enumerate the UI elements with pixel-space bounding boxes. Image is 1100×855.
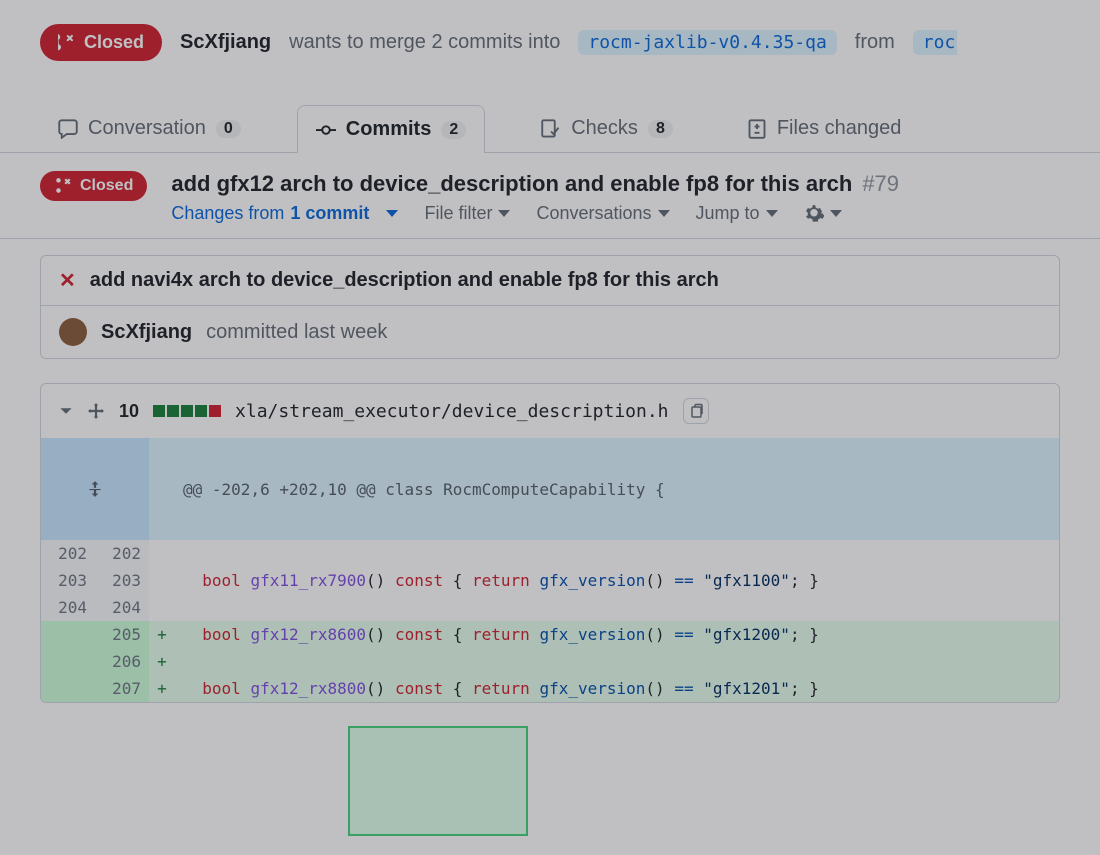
diff-hunk-header: @@ -202,6 +202,10 @@ class RocmComputeCa… [41,438,1059,540]
diff-code: bool gfx11_rx7900() const { return gfx_v… [175,567,1059,594]
unfold-icon[interactable] [86,480,104,498]
avatar[interactable] [59,318,87,346]
diff-marker: + [149,621,175,648]
drag-handle-icon[interactable] [87,402,105,420]
diff-line: 205+ bool gfx12_rx8600() const { return … [41,621,1059,648]
tab-checks-label: Checks [571,117,638,140]
checklist-icon [541,119,561,139]
chevron-down-icon [766,210,778,217]
line-number-new[interactable]: 204 [95,594,149,621]
line-number-new[interactable]: 205 [95,621,149,648]
diff-stat-blocks [153,405,221,417]
diff-marker [149,594,175,621]
chevron-down-icon [498,210,510,217]
line-number-old[interactable]: 202 [41,540,95,567]
commit-author[interactable]: ScXfjiang [101,321,192,344]
diff-table: @@ -202,6 +202,10 @@ class RocmComputeCa… [41,438,1059,702]
pr-title-text: add gfx12 arch to device_description and… [171,171,852,197]
status-badge-label: Closed [84,32,144,53]
status-badge-closed-small: Closed [40,171,147,201]
tab-conversation-label: Conversation [88,117,206,140]
git-commit-icon [316,120,336,140]
pr-tabs: Conversation 0 Commits 2 Checks 8 Files … [0,61,1100,153]
commit-card: ✕ add navi4x arch to device_description … [40,255,1060,359]
diff-settings-button[interactable] [804,204,842,224]
diff-code [175,594,1059,621]
diff-code: bool gfx12_rx8600() const { return gfx_v… [175,621,1059,648]
line-number-old[interactable] [41,621,95,648]
tab-conversation[interactable]: Conversation 0 [40,105,259,152]
git-pull-request-closed-icon [58,34,76,52]
status-fail-icon: ✕ [59,268,76,293]
pr-title: add gfx12 arch to device_description and… [171,171,1060,197]
line-number-old[interactable]: 203 [41,567,95,594]
pr-summary-line: Closed ScXfjiang wants to merge 2 commit… [0,0,1100,61]
diff-file-card: 10 xla/stream_executor/device_descriptio… [40,383,1060,703]
diff-code [175,648,1059,675]
copy-icon [688,403,704,419]
tab-conversation-count: 0 [216,120,241,138]
commit-byline-row: ScXfjiang committed last week [41,305,1059,358]
diff-titlebar: Closed add gfx12 arch to device_descript… [0,153,1100,239]
tab-files-changed[interactable]: Files changed [729,105,920,152]
jump-to-dropdown[interactable]: Jump to [696,203,778,224]
diff-marker: + [149,675,175,702]
git-pull-request-closed-icon [54,177,72,195]
tab-files-label: Files changed [777,117,902,140]
base-branch-chip[interactable]: rocm-jaxlib-v0.4.35-qa [578,30,836,55]
tab-checks-count: 8 [648,120,673,138]
tab-commits[interactable]: Commits 2 [297,105,485,153]
diff-marker [149,540,175,567]
diff-line: 207+ bool gfx12_rx8800() const { return … [41,675,1059,702]
commit-status-row: ✕ add navi4x arch to device_description … [41,256,1059,305]
conversations-dropdown[interactable]: Conversations [536,203,669,224]
chevron-down-icon[interactable] [59,404,73,418]
tab-commits-count: 2 [441,121,466,139]
line-number-new[interactable]: 203 [95,567,149,594]
commit-time: committed last week [206,321,387,344]
file-filter-dropdown[interactable]: File filter [424,203,510,224]
changes-from-dropdown[interactable]: Changes from 1 commit [171,203,398,224]
gear-icon [804,204,824,224]
copy-path-button[interactable] [683,398,709,424]
line-number-new[interactable]: 207 [95,675,149,702]
diff-filename[interactable]: xla/stream_executor/device_description.h [235,401,668,422]
chevron-down-icon [658,210,670,217]
commit-message[interactable]: add navi4x arch to device_description an… [90,269,719,292]
line-number-new[interactable]: 206 [95,648,149,675]
diff-line: 204204 [41,594,1059,621]
diff-line: 206+ [41,648,1059,675]
diff-line: 203203 bool gfx11_rx7900() const { retur… [41,567,1059,594]
chevron-down-icon [830,210,842,217]
diff-line: 202202 [41,540,1059,567]
tab-checks[interactable]: Checks 8 [523,105,691,152]
line-number-old[interactable] [41,648,95,675]
head-branch-chip[interactable]: roc [913,30,958,55]
diff-change-count: 10 [119,401,139,422]
diff-marker: + [149,648,175,675]
line-number-old[interactable]: 204 [41,594,95,621]
diff-file-header: 10 xla/stream_executor/device_descriptio… [41,384,1059,438]
from-text: from [855,31,895,54]
comment-icon [58,119,78,139]
pr-number: #79 [862,171,899,197]
annotation-highlight [348,726,528,836]
pr-author[interactable]: ScXfjiang [180,31,271,54]
diff-code: bool gfx12_rx8800() const { return gfx_v… [175,675,1059,702]
diff-code [175,540,1059,567]
wants-to-merge-text: wants to merge 2 commits into [289,31,560,54]
line-number-old[interactable] [41,675,95,702]
chevron-down-icon [386,210,398,217]
status-badge-closed: Closed [40,24,162,61]
line-number-new[interactable]: 202 [95,540,149,567]
file-diff-icon [747,119,767,139]
diff-marker [149,567,175,594]
tab-commits-label: Commits [346,118,432,141]
